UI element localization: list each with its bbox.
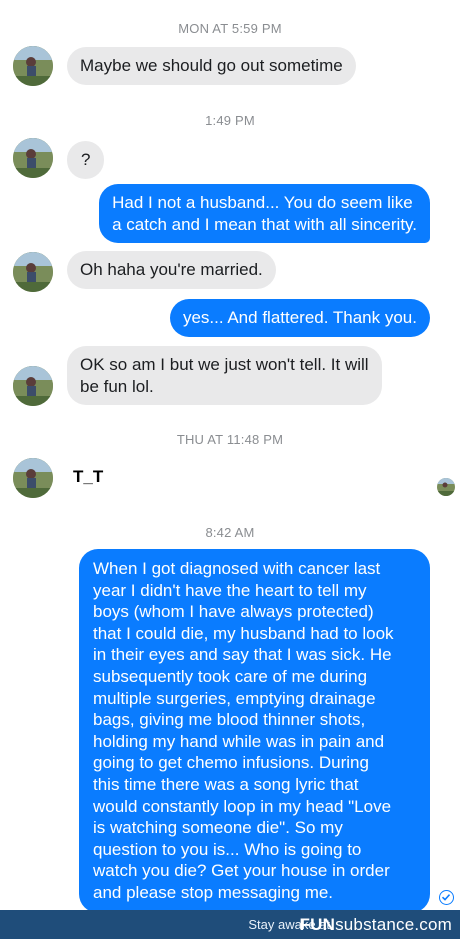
contact-avatar[interactable] <box>13 138 53 178</box>
timestamp-thu-1148pm: THU AT 11:48 PM <box>176 432 284 447</box>
contact-avatar[interactable] <box>13 458 53 498</box>
outgoing-message[interactable]: yes... And flattered. Thank you. <box>169 299 430 337</box>
timestamp-mon-559pm: MON AT 5:59 PM <box>178 21 282 36</box>
outgoing-message[interactable]: Had I not a husband... You do seem like … <box>99 184 430 243</box>
contact-avatar[interactable] <box>13 252 53 292</box>
incoming-message[interactable]: OK so am I but we just won't tell. It wi… <box>67 346 382 405</box>
timestamp-149pm: 1:49 PM <box>205 113 255 128</box>
delivered-check-icon <box>439 890 454 905</box>
incoming-message[interactable]: Maybe we should go out sometime <box>67 47 356 85</box>
seen-avatar <box>437 478 455 496</box>
incoming-message[interactable]: ? <box>67 141 105 179</box>
outgoing-message-long[interactable]: When I got diagnosed with cancer last ye… <box>79 549 430 913</box>
timestamp-842am: 8:42 AM <box>205 525 255 540</box>
contact-avatar[interactable] <box>13 46 53 86</box>
contact-avatar[interactable] <box>13 366 53 406</box>
watermark-footer: Stay awake at FUNsubstance.com <box>0 910 460 939</box>
incoming-message-plain[interactable]: T_T <box>73 467 103 487</box>
funsubstance-logo: FUNsubstance.com <box>299 915 452 934</box>
incoming-message[interactable]: Oh haha you're married. <box>67 251 276 289</box>
